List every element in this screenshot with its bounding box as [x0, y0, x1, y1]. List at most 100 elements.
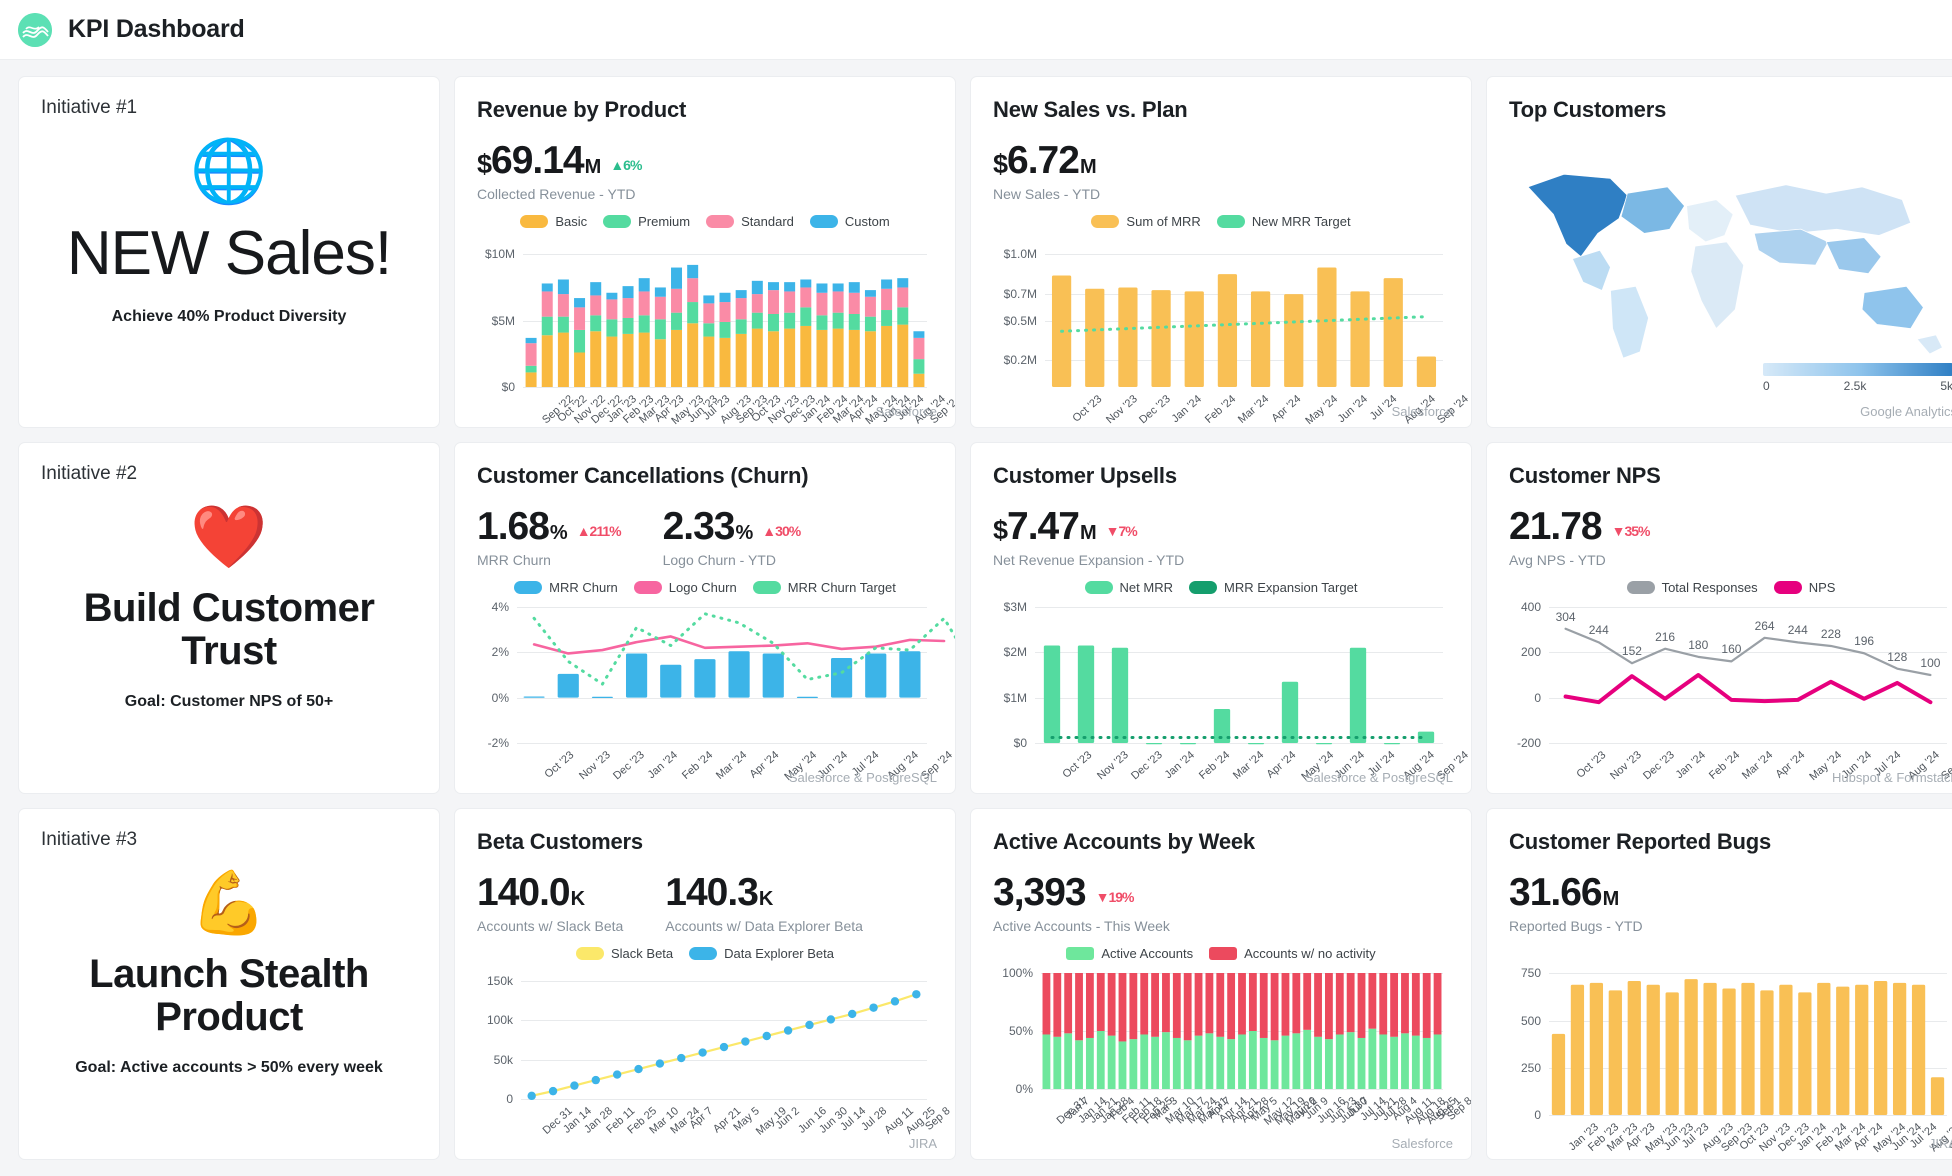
legend-item[interactable]: Basic — [520, 214, 587, 229]
legend-item[interactable]: MRR Churn Target — [752, 580, 896, 595]
kpi-value-mrr-churn: 1.68% ▲211% — [477, 507, 622, 546]
initiative-subtitle: Achieve 40% Product Diversity — [111, 307, 347, 325]
x-axis-tick: May '24 — [1303, 393, 1340, 428]
legend-item[interactable]: Slack Beta — [576, 946, 673, 961]
kpi-value: $69.14 M ▲6% — [477, 141, 642, 180]
kpi-value: $6.72 M — [993, 141, 1100, 180]
chart-legend: Slack Beta Data Explorer Beta — [477, 946, 933, 961]
bugs-chart[interactable]: 750 500 250 0 Jan '23 Feb '23 Mar '23 Apr '23 Ma… — [1509, 960, 1952, 1155]
kpi-value-slack-beta: 140.0 K — [477, 873, 623, 912]
churn-chart[interactable]: 4% 2% 0% -2% Oct '23 Nov '23 Dec '23 Jan '24 Feb… — [477, 600, 955, 783]
upsells-chart[interactable]: $3M $2M $1M $0 Oct '23 Nov '23 Dec '23 Jan '24 F… — [993, 600, 1471, 783]
legend-item[interactable]: Custom — [809, 214, 890, 229]
card-title: Revenue by Product — [477, 97, 687, 122]
page-title: KPI Dashboard — [68, 15, 245, 43]
legend-item[interactable]: Accounts w/ no activity — [1209, 946, 1376, 961]
x-axis-tick: Oct '23 — [1070, 393, 1104, 425]
x-axis-tick: Apr '24 — [1264, 749, 1299, 781]
value-unit: M — [1602, 888, 1620, 910]
data-label: 304 — [1555, 609, 1576, 624]
chart-legend: Total Responses NPS — [1509, 580, 1952, 595]
world-map-svg — [1527, 173, 1943, 359]
card-title: Customer Cancellations (Churn) — [477, 463, 809, 488]
data-source-label: Google Analytics — [1860, 404, 1952, 419]
data-source-label: Salesforce — [875, 404, 937, 419]
new-sales-chart[interactable]: $1.0M $0.7M $0.5M $0.2M Oct '23 Nov '23 Dec '2… — [993, 237, 1471, 427]
data-label: 152 — [1621, 644, 1642, 659]
legend-label: Active Accounts — [1101, 946, 1194, 961]
beta-customers-card[interactable]: Beta Customers 140.0 K Accounts w/ Slack … — [454, 808, 956, 1160]
value-unit: K — [758, 888, 773, 910]
kpi-caption: Net Revenue Expansion - YTD — [993, 552, 1185, 568]
legend-item[interactable]: New MRR Target — [1216, 214, 1351, 229]
initiative-headline: Build Customer Trust — [83, 586, 375, 674]
legend-max: 5k — [1940, 379, 1952, 393]
customer-reported-bugs-card[interactable]: Customer Reported Bugs 31.66 M Reported B… — [1486, 808, 1952, 1160]
legend-label: MRR Churn — [549, 580, 618, 595]
value-unit: M — [584, 156, 602, 178]
kpi-caption: Logo Churn - YTD — [662, 552, 776, 568]
legend-item[interactable]: Data Explorer Beta — [689, 946, 834, 961]
chart-legend: Basic Premium Standard Custom — [477, 214, 933, 229]
legend-label: Standard — [741, 214, 794, 229]
delta-badge: ▲211% — [576, 523, 622, 539]
kpi-value: 3,393 ▼19% — [993, 873, 1170, 912]
customer-upsells-card[interactable]: Customer Upsells $7.47 M ▼7% Net Revenue … — [970, 442, 1472, 794]
delta-badge: ▲6% — [610, 157, 642, 173]
world-map-chart[interactable] — [1509, 131, 1952, 376]
customer-nps-card[interactable]: Customer NPS 21.78 ▼35% Avg NPS - YTD To… — [1486, 442, 1952, 794]
legend-swatch — [809, 215, 838, 228]
legend-label: New MRR Target — [1251, 214, 1351, 229]
delta-badge: ▲30% — [762, 523, 801, 539]
gridline — [521, 1099, 927, 1100]
map-color-legend: 0 2.5k 5k — [1763, 363, 1952, 393]
legend-label: Logo Churn — [668, 580, 737, 595]
card-title: Customer NPS — [1509, 463, 1661, 488]
flexed-biceps-icon: 💪 — [190, 869, 268, 938]
legend-item[interactable]: MRR Churn — [514, 580, 618, 595]
active-accounts-chart[interactable]: 100% 50% 0% Dec 31 Jan 7 Jan 14 Jan 21 Jan 28 Fe… — [993, 966, 1471, 1128]
kpi-caption: Accounts w/ Data Explorer Beta — [665, 918, 863, 934]
legend-item[interactable]: Net MRR — [1084, 580, 1173, 595]
x-axis-tick: Jan '24 — [1169, 393, 1205, 426]
data-source-label: Salesforce — [1391, 404, 1453, 419]
data-source-label: JIRA — [908, 1136, 937, 1151]
kpi-caption: New Sales - YTD — [993, 186, 1101, 202]
legend-item[interactable]: Sum of MRR — [1091, 214, 1201, 229]
legend-item[interactable]: Total Responses — [1626, 580, 1758, 595]
legend-item[interactable]: MRR Expansion Target — [1189, 580, 1357, 595]
x-axis-tick: Apr '24 — [1269, 393, 1303, 425]
legend-item[interactable]: Logo Churn — [633, 580, 737, 595]
gridline — [1549, 1115, 1947, 1116]
customer-churn-card[interactable]: Customer Cancellations (Churn) 1.68% ▲21… — [454, 442, 956, 794]
x-axis-tick: Dec '23 — [1136, 393, 1173, 427]
active-accounts-card[interactable]: Active Accounts by Week 3,393 ▼19% Activ… — [970, 808, 1472, 1160]
kpi-caption: Accounts w/ Slack Beta — [477, 918, 624, 934]
kpi-value: 21.78 ▼35% — [1509, 507, 1650, 546]
legend-item[interactable]: NPS — [1773, 580, 1835, 595]
card-title: Customer Upsells — [993, 463, 1177, 488]
legend-label: Slack Beta — [611, 946, 674, 961]
x-axis-tick: Dec '23 — [1640, 749, 1677, 783]
new-sales-vs-plan-card[interactable]: New Sales vs. Plan $6.72 M New Sales - YT… — [970, 76, 1472, 428]
heart-icon: ❤️ — [190, 503, 268, 572]
beta-chart[interactable]: 150k 100k 50k 0 Dec 31 Jan 14 Jan 28 Feb 11 Feb … — [477, 969, 953, 1138]
value-number: 140.3 — [665, 871, 759, 914]
legend-swatch — [1626, 581, 1655, 594]
currency-symbol: $ — [993, 515, 1008, 545]
legend-swatch — [514, 581, 543, 594]
revenue-by-product-card[interactable]: Revenue by Product $69.14 M ▲6% Collected… — [454, 76, 956, 428]
top-customers-card[interactable]: Top Customers 0 2.5k 5k Google Analytics — [1486, 76, 1952, 428]
card-title: Customer Reported Bugs — [1509, 829, 1772, 854]
legend-swatch — [1189, 581, 1217, 594]
revenue-chart[interactable]: $10M $5M $0 Sep '22 Oct '22 Nov '22 Dec '22 Jan… — [477, 237, 955, 427]
kpi-caption: Avg NPS - YTD — [1509, 552, 1606, 568]
x-axis-tick: Mar '24 — [1236, 393, 1272, 426]
delta-badge: ▼7% — [1105, 523, 1138, 539]
legend-item[interactable]: Active Accounts — [1066, 946, 1193, 961]
legend-item[interactable]: Premium — [603, 214, 690, 229]
legend-label: Net MRR — [1119, 580, 1173, 595]
legend-item[interactable]: Standard — [706, 214, 794, 229]
nps-chart[interactable]: 400 200 0 -200 304 244 152 216 180 160 264 244 228 19… — [1509, 600, 1952, 783]
x-axis-tick: Nov '23 — [1607, 749, 1644, 783]
